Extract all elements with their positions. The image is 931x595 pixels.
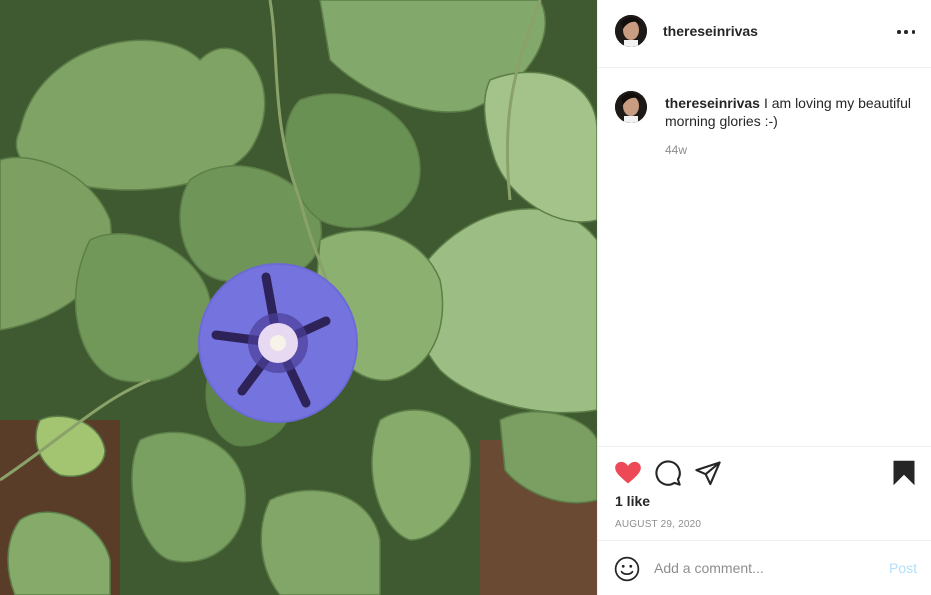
post-sidebar: thereseinrivas thereseinrivas I am loving… (597, 0, 931, 595)
caption-avatar[interactable] (615, 91, 647, 123)
like-count[interactable]: 1 like (615, 493, 650, 509)
post-date: AUGUST 29, 2020 (615, 519, 702, 530)
post-caption: thereseinrivas I am loving my beautiful m… (665, 94, 915, 130)
paper-plane-icon[interactable] (694, 459, 722, 487)
comments-section: thereseinrivas I am loving my beautiful m… (598, 68, 931, 446)
post-age[interactable]: 44w (665, 143, 687, 157)
morning-glory-image (0, 0, 597, 595)
header-username[interactable]: thereseinrivas (663, 23, 758, 39)
speech-bubble-icon[interactable] (654, 459, 682, 487)
avatar[interactable] (615, 15, 647, 47)
add-comment-bar: Post (598, 540, 931, 595)
post-comment-button[interactable]: Post (889, 560, 917, 576)
comment-input[interactable] (654, 558, 874, 578)
post-header: thereseinrivas (598, 0, 931, 68)
post-photo[interactable] (0, 0, 597, 595)
bookmark-filled-icon[interactable] (890, 459, 918, 487)
more-options-icon[interactable] (897, 22, 915, 42)
smiley-icon[interactable] (614, 556, 640, 582)
heart-filled-icon[interactable] (614, 459, 642, 487)
action-bar: 1 like AUGUST 29, 2020 (598, 446, 931, 540)
caption-username[interactable]: thereseinrivas (665, 95, 760, 111)
